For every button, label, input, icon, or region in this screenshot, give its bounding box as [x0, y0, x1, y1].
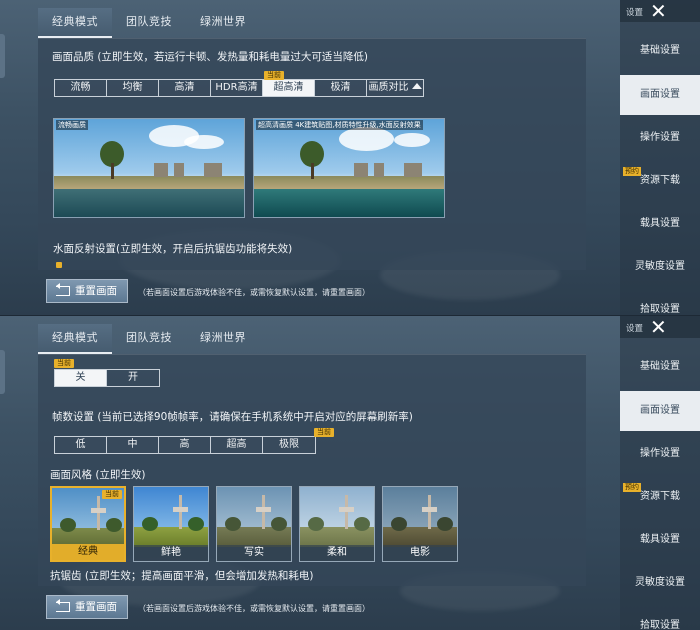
- settings-sidebar: 设置 ✕ 基础设置 画面设置 操作设置 预约 资源下载 载具设置 灵敏度设置 拾取…: [620, 0, 700, 315]
- tab-team-arena[interactable]: 团队竞技: [112, 324, 186, 354]
- quality-ultra-hd[interactable]: 超高清: [263, 80, 315, 96]
- tab-oasis-world[interactable]: 绿洲世界: [186, 8, 260, 38]
- sidebar-item-downloads-label: 资源下载: [640, 491, 680, 502]
- current-badge: 当前: [264, 71, 284, 80]
- style-title: 画面风格 (立即生效): [50, 469, 146, 481]
- preview-ultra-hd: 超高清画质 4K建筑贴图,材质特性升级,水面反射效果: [253, 118, 445, 218]
- quality-extreme[interactable]: 极清: [315, 80, 367, 96]
- sidebar-item-sensitivity[interactable]: 灵敏度设置: [620, 247, 700, 287]
- tab-team-arena[interactable]: 团队竞技: [112, 8, 186, 38]
- reset-graphics-label: 重置画面: [75, 285, 117, 297]
- quality-hd[interactable]: 高清: [159, 80, 211, 96]
- pre-badge: 预约: [623, 167, 641, 176]
- left-edge-handle[interactable]: [0, 34, 5, 78]
- sidebar-item-sensitivity[interactable]: 灵敏度设置: [620, 563, 700, 603]
- sidebar-item-downloads[interactable]: 预约 资源下载: [620, 161, 700, 201]
- reflection-switch: 关 开: [54, 369, 160, 387]
- sidebar-item-pickup[interactable]: 拾取设置: [620, 290, 700, 315]
- fps-current-badge: 当前: [314, 428, 334, 437]
- reset-graphics-button[interactable]: 重置画面: [46, 595, 128, 619]
- pre-badge: 预约: [623, 483, 641, 492]
- style-label-vivid: 鲜艳: [134, 545, 208, 561]
- quality-compare-button[interactable]: 画质对比: [367, 80, 423, 96]
- settings-gear-label: 设置: [626, 324, 644, 334]
- quality-title: 画面品质 (立即生效，若运行卡顿、发热量和耗电量过大可适当降低): [52, 51, 369, 63]
- left-edge-handle[interactable]: [0, 350, 5, 394]
- settings-sidebar: 设置 ✕ 基础设置 画面设置 操作设置 预约 资源下载 载具设置 灵敏度设置 拾取…: [620, 316, 700, 630]
- tab-classic-mode[interactable]: 经典模式: [38, 8, 112, 38]
- sidebar-item-controls[interactable]: 操作设置: [620, 118, 700, 158]
- tab-classic-mode[interactable]: 经典模式: [38, 324, 112, 354]
- fps-title: 帧数设置 (当前已选择90帧帧率，请确保在手机系统中开启对应的屏幕刷新率): [52, 411, 413, 423]
- quality-balanced[interactable]: 均衡: [107, 80, 159, 96]
- style-current-badge: 当前: [102, 490, 122, 499]
- graphics-settings-panel-bottom: 经典模式 团队竞技 绿洲世界 当前 关 开 帧数设置 (当前已选择90帧帧率，请…: [0, 315, 700, 630]
- sidebar-item-basic[interactable]: 基础设置: [620, 347, 700, 387]
- style-label-soft: 柔和: [300, 545, 374, 561]
- sidebar-item-controls[interactable]: 操作设置: [620, 434, 700, 474]
- style-label-realistic: 写实: [217, 545, 291, 561]
- quality-selector: 流畅 均衡 高清 HDR高清 超高清 极清 画质对比: [54, 79, 424, 97]
- settings-main: 经典模式 团队竞技 绿洲世界 画面品质 (立即生效，若运行卡顿、发热量和耗电量过…: [38, 0, 586, 315]
- preview-smooth: 流畅画质: [53, 118, 245, 218]
- reset-graphics-label: 重置画面: [75, 601, 117, 613]
- sidebar-item-vehicle[interactable]: 载具设置: [620, 204, 700, 244]
- mode-tabs: 经典模式 团队竞技 绿洲世界: [38, 8, 260, 38]
- settings-gear-label: 设置: [626, 8, 644, 18]
- preview-ultra-hd-label: 超高清画质 4K建筑贴图,材质特性升级,水面反射效果: [256, 120, 423, 130]
- sidebar-item-graphics[interactable]: 画面设置: [620, 391, 700, 431]
- style-card-soft[interactable]: 柔和: [299, 486, 375, 562]
- style-label-cinema: 电影: [383, 545, 457, 561]
- style-card-vivid[interactable]: 鲜艳: [133, 486, 209, 562]
- antialias-title: 抗锯齿 (立即生效；提高画面平滑，但会增加发热和耗电): [50, 570, 314, 582]
- switch-off[interactable]: 关: [55, 370, 107, 386]
- close-icon[interactable]: ✕: [650, 1, 667, 21]
- fps-low[interactable]: 低: [55, 437, 107, 453]
- fps-ultra[interactable]: 超高: [211, 437, 263, 453]
- fps-high[interactable]: 高: [159, 437, 211, 453]
- reset-graphics-button[interactable]: 重置画面: [46, 279, 128, 303]
- close-icon[interactable]: ✕: [650, 317, 667, 337]
- water-reflection-title: 水面反射设置(立即生效，开启后抗锯齿功能将失效): [53, 243, 293, 255]
- sidebar-item-graphics[interactable]: 画面设置: [620, 75, 700, 115]
- sidebar-item-basic[interactable]: 基础设置: [620, 31, 700, 71]
- fps-extreme[interactable]: 极限: [263, 437, 315, 453]
- mode-tabs: 经典模式 团队竞技 绿洲世界: [38, 324, 260, 354]
- reset-hint: （若画面设置后游戏体验不佳，或需恢复默认设置，请重置画面）: [138, 604, 370, 613]
- sidebar-item-downloads-label: 资源下载: [640, 175, 680, 186]
- reset-icon: [56, 599, 70, 612]
- fps-selector: 低 中 高 超高 极限: [54, 436, 316, 454]
- style-label-classic: 经典: [52, 544, 124, 560]
- fps-medium[interactable]: 中: [107, 437, 159, 453]
- sidebar-item-pickup[interactable]: 拾取设置: [620, 606, 700, 630]
- triangle-up-icon: [411, 83, 422, 89]
- switch-current-badge: 当前: [54, 359, 74, 368]
- quality-smooth[interactable]: 流畅: [55, 80, 107, 96]
- preview-smooth-label: 流畅画质: [56, 120, 88, 130]
- water-current-badge: [56, 262, 62, 268]
- settings-main: 经典模式 团队竞技 绿洲世界 当前 关 开 帧数设置 (当前已选择90帧帧率，请…: [38, 316, 586, 630]
- graphics-settings-panel-top: 经典模式 团队竞技 绿洲世界 画面品质 (立即生效，若运行卡顿、发热量和耗电量过…: [0, 0, 700, 315]
- reset-icon: [56, 283, 70, 296]
- sidebar-item-downloads[interactable]: 预约 资源下载: [620, 477, 700, 517]
- style-card-cinema[interactable]: 电影: [382, 486, 458, 562]
- quality-hdr-hd[interactable]: HDR高清: [211, 80, 263, 96]
- switch-on[interactable]: 开: [107, 370, 159, 386]
- reset-hint: （若画面设置后游戏体验不佳，或需恢复默认设置，请重置画面）: [138, 288, 370, 297]
- style-card-classic[interactable]: 当前 经典: [50, 486, 126, 562]
- sidebar-item-vehicle[interactable]: 载具设置: [620, 520, 700, 560]
- style-card-realistic[interactable]: 写实: [216, 486, 292, 562]
- quality-compare-label: 画质对比: [368, 82, 409, 93]
- tab-oasis-world[interactable]: 绿洲世界: [186, 324, 260, 354]
